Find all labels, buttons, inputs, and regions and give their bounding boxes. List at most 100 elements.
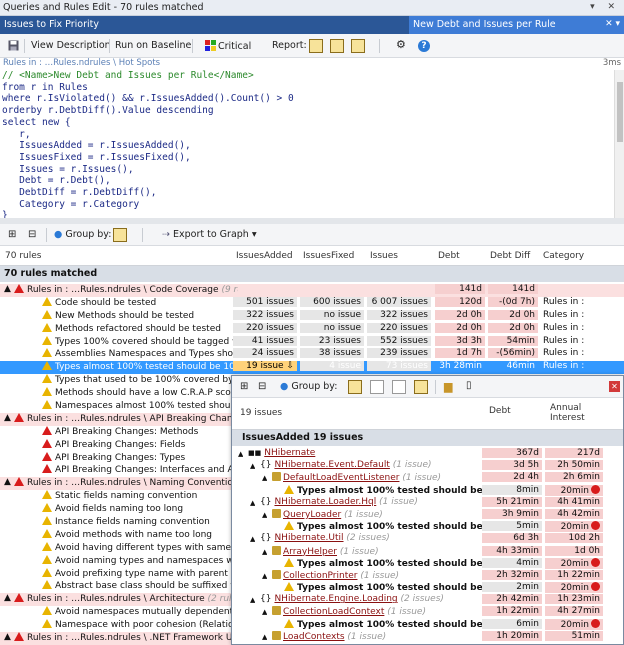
popup-col-issues[interactable]: 19 issues [240,408,282,418]
tab-close-icon[interactable]: ✕ ▾ [605,19,620,29]
popup-debt-cell: 2d 4h [482,472,542,483]
code-element-row[interactable]: ▲{} NHibernate.Event.Default (1 issue) 3d … [232,460,623,472]
code-element-row[interactable]: ▲ CollectionPrinter (1 issue) 2h 32min 1h 2… [232,569,623,582]
code-element-row[interactable]: ▲ ArrayHelper (1 issue) 4h 33min 1d 0h [232,545,623,558]
rule-group-row[interactable]: ▲ Rules in : …Rules.ndrules \ Code Covera… [0,284,624,297]
code-line[interactable]: DebtDiff = r.DebtDiff(), [2,187,614,199]
rule-row[interactable]: New Methods should be tested 322 issues no… [0,309,624,323]
code-element-row[interactable]: ▲{} NHibernate.Util (2 issues) 6d 3h 10d 2h [232,533,623,545]
element-name: {} NHibernate.Engine.Loading (2 issues) [260,594,482,604]
debt-diff-cell: 54min [488,335,538,346]
critical-label: Critical [218,41,252,52]
document-icon[interactable]: ▯ [464,379,474,394]
expander-icon[interactable]: ▲ [262,474,267,482]
expander-icon[interactable]: ▲ [262,633,267,641]
report-doc-icon[interactable] [351,39,365,53]
folder-icon[interactable]: ▆ [442,379,454,394]
expander-icon[interactable]: ▲ [250,596,255,604]
code-element-row[interactable]: ▲ CollectionLoadContext (1 issue) 1h 22min… [232,606,623,618]
issue-row[interactable]: Types almost 100% tested should be 1004m… [232,557,623,570]
rule-row[interactable]: Methods refactored should be tested 220 i… [0,322,624,336]
collapse-all-icon[interactable]: ⊟ [26,228,38,243]
expander-icon[interactable]: ▲ [262,572,267,580]
expander-icon[interactable]: ▲ [4,284,11,294]
code-element-row[interactable]: ▲{} NHibernate.Loader.Hql (1 issue) 5h 21m… [232,496,623,509]
code-line[interactable]: Category = r.Category [2,199,614,211]
popup-expand-icon[interactable]: ⊞ [238,380,250,395]
tab-issues-to-fix-priority[interactable]: Issues to Fix Priority [0,16,103,34]
help-icon[interactable]: ? [416,39,432,54]
rule-row[interactable]: Types 100% covered should be tagged with… [0,335,624,349]
popup-col-annual-interest[interactable]: Annual Interest [550,403,585,423]
expander-icon[interactable]: ▲ [4,413,11,423]
code-line[interactable]: Debt = r.Debt(), [2,175,614,187]
gear-icon[interactable]: ⚙ [394,37,408,52]
expander-icon[interactable]: ▲ [4,477,11,487]
col-rules[interactable]: 70 rules [5,251,41,261]
report-table-icon[interactable] [330,39,344,53]
scrollbar-thumb[interactable] [617,82,623,142]
popup-col-debt[interactable]: Debt [489,406,511,416]
col-category[interactable]: Category [543,251,584,261]
close-icon[interactable]: ✕ [609,381,620,392]
interest-value: 1h 23min [557,594,600,605]
col-debt-diff[interactable]: Debt Diff [490,251,530,261]
code-line[interactable]: IssuesFixed = r.IssuesFixed(), [2,152,614,164]
code-element-row[interactable]: ▲{} NHibernate.Engine.Loading (2 issues) 2… [232,594,623,606]
issue-row[interactable]: Types almost 100% tested should be 1002m… [232,582,623,594]
code-line[interactable]: orderby r.DebtDiff().Value descending [2,105,614,117]
issue-row[interactable]: Types almost 100% tested should be 1005m… [232,521,623,533]
tab-new-debt-and-issues[interactable]: New Debt and Issues per Rule ✕ ▾ [409,16,624,34]
expander-icon[interactable]: ▲ [238,450,243,458]
critical-toggle[interactable]: Critical [203,39,253,54]
code-line[interactable]: select new { [2,117,614,129]
group-by-rule-icon[interactable] [113,228,127,242]
rule-row[interactable]: Assemblies Namespaces and Types should b… [0,348,624,361]
expander-icon[interactable]: ▲ [262,548,267,556]
group-namespace-icon[interactable] [370,380,384,394]
issue-row[interactable]: Types almost 100% tested should be 1008m… [232,484,623,497]
expander-icon[interactable]: ▲ [250,462,255,470]
window-controls-icon[interactable]: ▾ ✕ [590,2,620,12]
save-button[interactable] [6,39,23,54]
rule-row[interactable]: Code should be tested 501 issues 600 issue… [0,296,624,310]
run-on-baseline-button[interactable]: Run on Baseline [113,39,193,54]
expander-icon[interactable]: ▲ [262,608,267,616]
code-line[interactable]: Issues = r.Issues(), [2,164,614,176]
col-debt[interactable]: Debt [438,251,460,261]
col-issues[interactable]: Issues [370,251,398,261]
issue-row[interactable]: Types almost 100% tested should be 1006m… [232,618,623,631]
popup-debt-cell: 1h 22min [482,606,542,617]
code-line[interactable]: where r.IsViolated() && r.IssuesAdded().… [2,93,614,105]
code-element-row[interactable]: ▲ ■■ NHibernate 367d 217d [232,448,623,460]
group-method-icon[interactable] [414,380,428,394]
code-line[interactable]: // <Name>New Debt and Issues per Rule</N… [2,70,614,82]
export-to-graph-button[interactable]: ⇢ Export to Graph ▾ [160,228,259,243]
expander-icon[interactable]: ▲ [250,535,255,543]
code-element-row[interactable]: ▲ QueryLoader (1 issue) 3h 9min 4h 42min [232,508,623,521]
code-line[interactable]: IssuesAdded = r.IssuesAdded(), [2,140,614,152]
col-issues-fixed[interactable]: IssuesFixed [303,251,354,261]
code-element-row[interactable]: ▲ DefaultLoadEventListener (1 issue) 2d 4h… [232,472,623,484]
warning-icon [42,361,52,371]
code-line[interactable]: } [2,210,614,218]
code-line[interactable]: r, [2,129,614,141]
expander-icon[interactable]: ▲ [262,511,267,519]
report-grid-icon[interactable] [309,39,323,53]
popup-collapse-icon[interactable]: ⊟ [256,380,268,395]
expander-icon[interactable]: ▲ [4,593,11,603]
code-element-row[interactable]: ▲ LoadContexts (1 issue) 1h 20min 51min [232,630,623,643]
group-type-icon[interactable] [392,380,406,394]
group-assembly-icon[interactable] [348,380,362,394]
editor-scrollbar[interactable] [614,70,624,218]
breadcrumb-path[interactable]: Rules in : …Rules.ndrules \ Hot Spots [3,58,160,68]
expander-icon[interactable]: ▲ [4,632,11,642]
col-issues-added[interactable]: IssuesAdded [236,251,293,261]
view-description-button[interactable]: View Description [29,39,113,54]
expand-all-icon[interactable]: ⊞ [6,228,18,243]
query-editor[interactable]: // <Name>New Debt and Issues per Rule</N… [0,70,614,218]
issue-count: (2 issues) [346,533,390,544]
rule-row[interactable]: Types almost 100% tested should be 100% … [0,361,624,375]
code-line[interactable]: from r in Rules [2,82,614,94]
expander-icon[interactable]: ▲ [250,499,255,507]
